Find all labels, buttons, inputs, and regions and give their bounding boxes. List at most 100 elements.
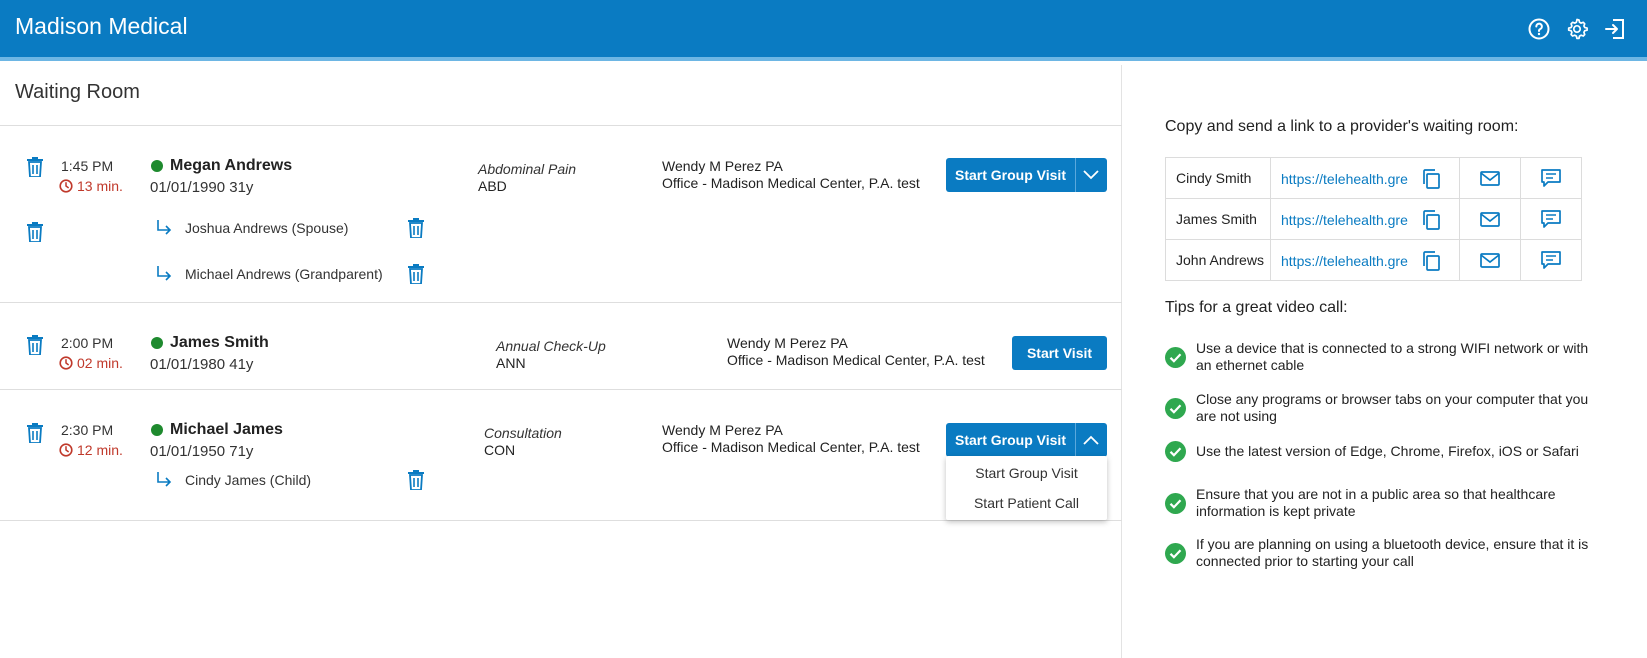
provider-name: Wendy M Perez PA [662, 158, 783, 174]
online-status-icon [151, 337, 163, 349]
tip-item: If you are planning on using a bluetooth… [1165, 536, 1605, 570]
tip-text: Use a device that is connected to a stro… [1196, 340, 1589, 373]
copy-link-title: Copy and send a link to a provider's wai… [1165, 118, 1519, 135]
participant-name: Joshua Andrews (Spouse) [185, 220, 349, 236]
email-icon[interactable] [1459, 157, 1521, 199]
sub-arrow-icon [157, 220, 172, 235]
logout-icon[interactable] [1603, 17, 1627, 41]
copy-icon[interactable] [1421, 250, 1441, 272]
trash-icon[interactable] [407, 470, 425, 491]
provider-location: Office - Madison Medical Center, P.A. te… [662, 175, 920, 191]
message-icon[interactable] [1520, 157, 1582, 199]
visit-dropdown-menu: Start Group Visit Start Patient Call [946, 456, 1107, 520]
visit-code: ANN [496, 355, 526, 371]
dropdown-item-start-group-visit[interactable]: Start Group Visit [946, 458, 1107, 488]
appointment-time: 2:30 PM [61, 422, 114, 438]
start-group-visit-label: Start Group Visit [955, 167, 1066, 183]
provider-location: Office - Madison Medical Center, P.A. te… [727, 352, 985, 368]
visit-code: CON [484, 442, 516, 458]
message-icon[interactable] [1520, 239, 1582, 281]
header-icons [1527, 17, 1627, 41]
clock-icon [59, 356, 73, 370]
patient-name[interactable]: James Smith [151, 334, 269, 352]
start-group-visit-button[interactable]: Start Group Visit [946, 158, 1107, 192]
start-group-visit-label: Start Group Visit [955, 432, 1066, 448]
tips-title: Tips for a great video call: [1165, 299, 1348, 316]
chevron-up-icon[interactable] [1074, 423, 1107, 457]
start-visit-button[interactable]: Start Visit [1012, 336, 1107, 370]
message-icon[interactable] [1520, 198, 1582, 240]
start-visit-label: Start Visit [1026, 345, 1093, 361]
patient-name-label: Megan Andrews [170, 157, 293, 174]
trash-icon[interactable] [407, 218, 425, 239]
provider-link-row: John Andrews https://telehealth.gre [1165, 239, 1582, 281]
tip-text: Ensure that you are not in a public area… [1196, 486, 1556, 519]
tip-item: Use a device that is connected to a stro… [1165, 340, 1605, 374]
participant-row: Joshua Andrews (Spouse) [155, 218, 425, 239]
provider-link-url[interactable]: https://telehealth.gre [1270, 157, 1460, 199]
help-icon[interactable] [1527, 17, 1551, 41]
trash-icon[interactable] [407, 264, 425, 285]
dropdown-item-start-patient-call[interactable]: Start Patient Call [946, 488, 1107, 518]
email-icon[interactable] [1459, 198, 1521, 240]
chevron-down-icon[interactable] [1074, 158, 1107, 192]
visit-reason: Annual Check-Up [496, 338, 606, 354]
check-circle-icon [1165, 397, 1186, 419]
trash-icon[interactable] [26, 423, 44, 444]
wait-time: 02 min. [59, 355, 123, 371]
tip-item: Use the latest version of Edge, Chrome, … [1165, 441, 1605, 462]
visit-reason: Abdominal Pain [478, 161, 577, 177]
appointment-time: 2:00 PM [61, 335, 114, 351]
gear-icon[interactable] [1565, 17, 1589, 41]
provider-name: Wendy M Perez PA [662, 422, 783, 438]
check-circle-icon [1165, 492, 1186, 514]
provider-link-name: John Andrews [1165, 239, 1271, 281]
online-status-icon [151, 424, 163, 436]
wait-time-label: 12 min. [77, 442, 123, 458]
waiting-room-title: Waiting Room [15, 81, 140, 103]
sub-arrow-icon [157, 472, 172, 487]
copy-icon[interactable] [1421, 168, 1441, 190]
patient-dob: 01/01/1950 71y [150, 443, 254, 460]
patient-name-label: Michael James [170, 421, 283, 438]
tip-text: Use the latest version of Edge, Chrome, … [1196, 443, 1579, 459]
provider-info: Wendy M Perez PA Office - Madison Medica… [662, 422, 920, 456]
patient-dob: 01/01/1980 41y [150, 356, 254, 373]
check-circle-icon [1165, 441, 1186, 462]
visit-code: ABD [478, 178, 507, 194]
patient-name-label: James Smith [170, 334, 269, 351]
patient-name[interactable]: Megan Andrews [151, 157, 292, 175]
tip-text: If you are planning on using a bluetooth… [1196, 536, 1589, 569]
provider-link-url[interactable]: https://telehealth.gre [1270, 239, 1460, 281]
check-circle-icon [1165, 346, 1186, 368]
provider-link-url[interactable]: https://telehealth.gre [1270, 198, 1460, 240]
clock-icon [59, 179, 73, 193]
provider-name: Wendy M Perez PA [727, 335, 848, 351]
email-icon[interactable] [1459, 239, 1521, 281]
visit-reason: Consultation [484, 425, 562, 441]
tip-item: Close any programs or browser tabs on yo… [1165, 391, 1605, 425]
app-title: Madison Medical [15, 13, 188, 39]
start-group-visit-button[interactable]: Start Group Visit [946, 423, 1107, 457]
sub-arrow-icon [157, 266, 172, 281]
provider-link-name: Cindy Smith [1165, 157, 1271, 199]
participant-name: Cindy James (Child) [185, 472, 312, 488]
waiting-room-panel: Waiting Room 1:45 PM 13 min. Megan Andre… [0, 65, 1122, 658]
participant-row: Cindy James (Child) [155, 470, 425, 491]
trash-icon[interactable] [26, 157, 44, 178]
patient-name[interactable]: Michael James [151, 421, 283, 439]
trash-icon[interactable] [26, 222, 44, 243]
patient-dob: 01/01/1990 31y [150, 179, 254, 196]
provider-location: Office - Madison Medical Center, P.A. te… [662, 439, 920, 455]
provider-info: Wendy M Perez PA Office - Madison Medica… [727, 335, 985, 369]
provider-link-row: Cindy Smith https://telehealth.gre [1165, 157, 1582, 199]
wait-time-label: 02 min. [77, 355, 123, 371]
appointment-time: 1:45 PM [61, 158, 114, 174]
online-status-icon [151, 160, 163, 172]
participant-name: Michael Andrews (Grandparent) [185, 266, 383, 282]
wait-time: 13 min. [59, 178, 123, 194]
trash-icon[interactable] [26, 335, 44, 356]
wait-time: 12 min. [59, 442, 123, 458]
provider-info: Wendy M Perez PA Office - Madison Medica… [662, 158, 920, 192]
copy-icon[interactable] [1421, 209, 1441, 231]
